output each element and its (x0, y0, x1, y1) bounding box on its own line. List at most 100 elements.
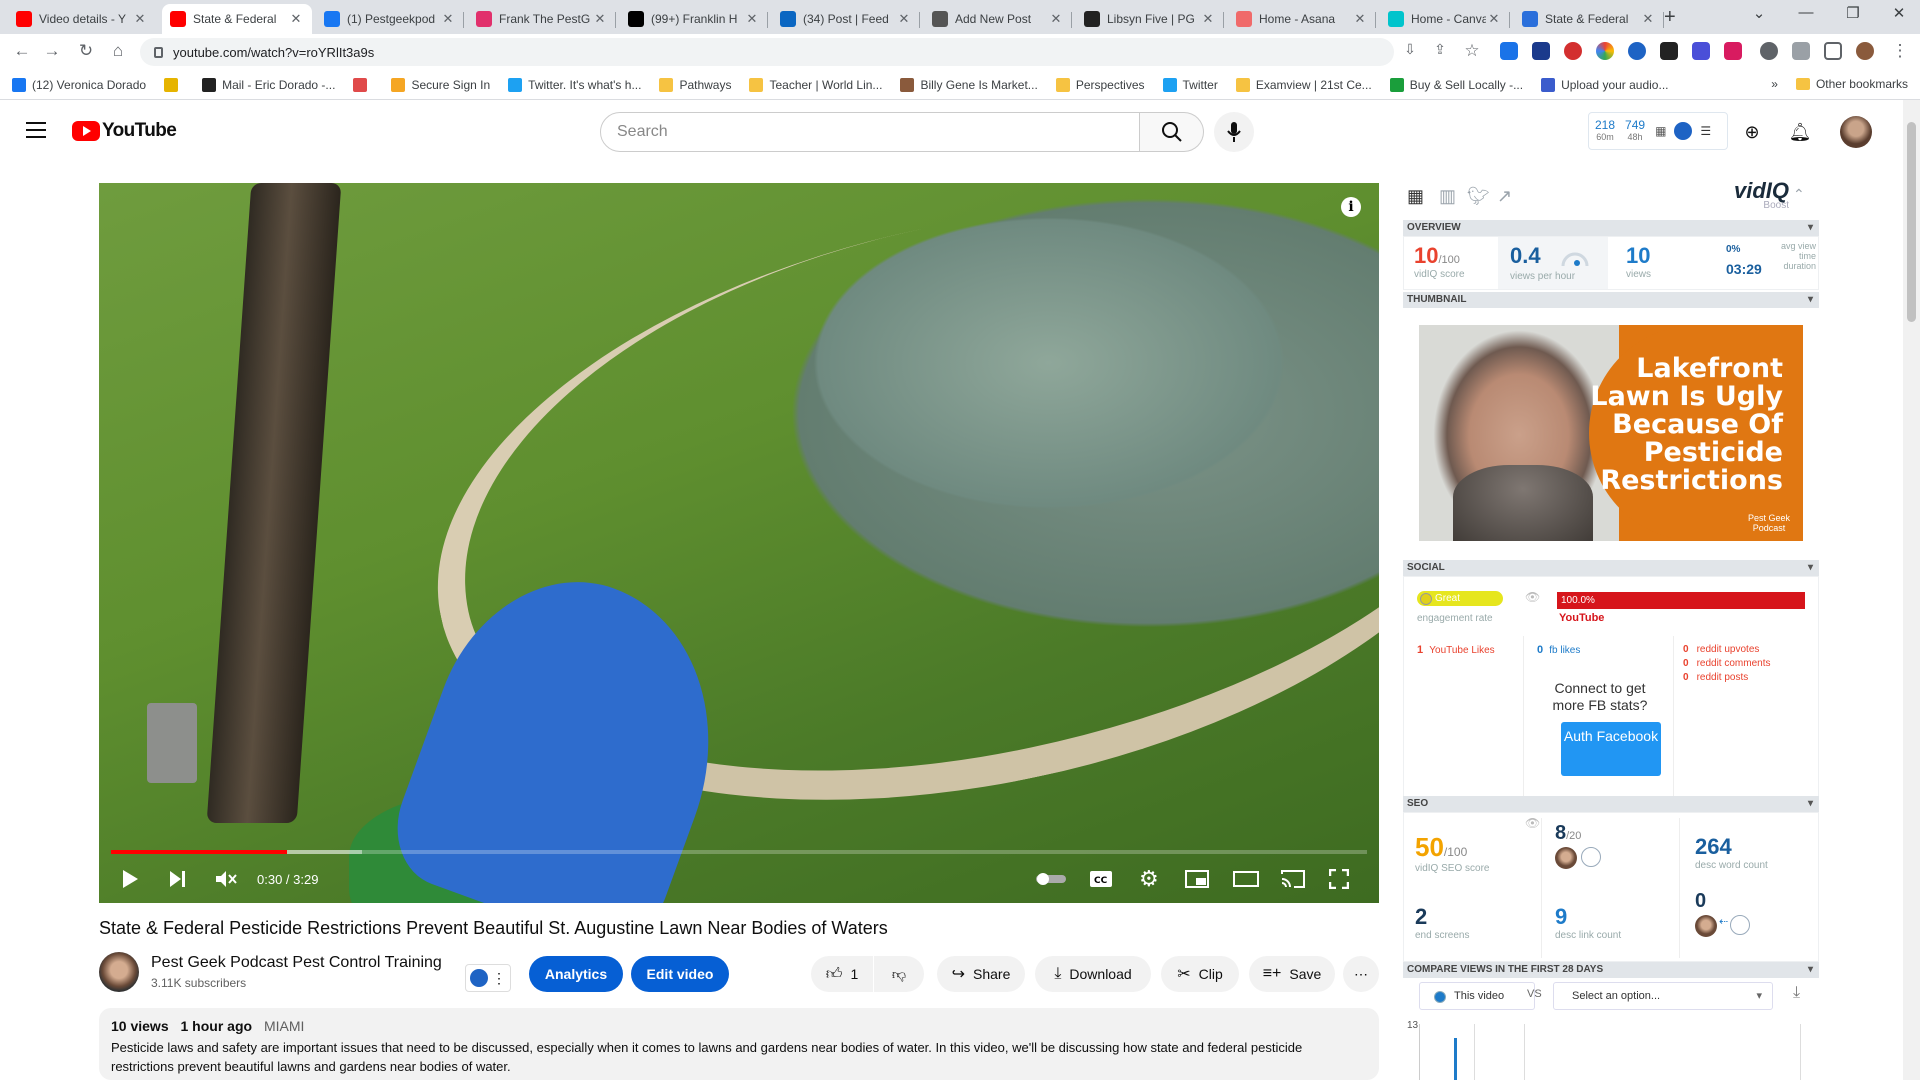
extension-icon[interactable] (1532, 42, 1550, 60)
bookmark-item[interactable]: Secure Sign In (391, 77, 490, 92)
minimize-button[interactable]: — (1791, 4, 1821, 21)
description-box[interactable]: 10 views 1 hour ago MIAMI Pesticide laws… (99, 1008, 1379, 1080)
tab-search-icon[interactable]: ⌄ (1744, 4, 1774, 22)
this-video-toggle[interactable]: This video (1419, 982, 1535, 1010)
forward-button[interactable]: → (40, 41, 64, 61)
address-bar[interactable]: youtube.com/watch?v=roYRlIt3a9s (140, 38, 1394, 66)
autoplay-toggle[interactable] (1035, 867, 1067, 891)
channel-avatar[interactable] (99, 952, 139, 992)
tab-close-icon[interactable]: ✕ (1486, 11, 1502, 27)
like-button[interactable]: 👍︎ 1 (811, 956, 873, 992)
seo-header[interactable]: SEO (1403, 796, 1819, 812)
location-link[interactable]: MIAMI (264, 1018, 304, 1034)
tab-close-icon[interactable]: ✕ (132, 11, 148, 27)
edit-video-button[interactable]: Edit video (631, 956, 729, 992)
collapse-icon[interactable]: ⌃ (1793, 186, 1815, 206)
tab-close-icon[interactable]: ✕ (440, 11, 456, 27)
bookmark-item[interactable]: (12) Veronica Dorado (12, 77, 146, 92)
profile-avatar[interactable] (1856, 42, 1874, 60)
side-panel-icon[interactable] (1824, 42, 1842, 60)
compare-header[interactable]: COMPARE VIEWS IN THE FIRST 28 DAYS (1403, 962, 1819, 978)
share-icon[interactable]: ⇪ (1428, 41, 1452, 58)
close-window-button[interactable]: ✕ (1884, 4, 1914, 22)
overview-header[interactable]: OVERVIEW (1403, 220, 1819, 236)
clip-button[interactable]: ✂ Clip (1161, 956, 1239, 992)
maximize-button[interactable]: ❐ (1838, 4, 1868, 22)
channel-name[interactable]: Pest Geek Podcast Pest Control Training (151, 954, 442, 972)
browser-tab[interactable]: Libsyn Five | PG ✕ (1076, 4, 1224, 34)
tab-close-icon[interactable]: ✕ (896, 11, 912, 27)
play-button[interactable] (121, 867, 139, 891)
bookmark-item[interactable]: Twitter. It's what's h... (508, 77, 641, 92)
bookmark-item[interactable]: Twitter (1162, 77, 1218, 92)
bookmark-item[interactable]: Pathways (659, 77, 731, 92)
notifications-bell-icon[interactable]: 🔔︎ (1788, 120, 1812, 144)
tab-close-icon[interactable]: ✕ (1048, 11, 1064, 27)
bookmark-item[interactable] (164, 77, 184, 92)
share-button[interactable]: ↪ Share (937, 956, 1025, 992)
extension-icon[interactable] (1724, 42, 1742, 60)
miniplayer-button[interactable] (1185, 867, 1209, 891)
search-input[interactable]: Search (600, 112, 1140, 152)
browser-tab[interactable]: Home - Canva ✕ (1380, 4, 1510, 34)
vidiq-extension-icon[interactable] (1628, 42, 1646, 60)
analytics-button[interactable]: Analytics (529, 956, 623, 992)
social-header[interactable]: SOCIAL (1403, 560, 1819, 576)
trend-icon[interactable]: ↗ (1497, 186, 1519, 206)
create-video-icon[interactable]: ⊕ (1740, 120, 1764, 144)
thumbnail-header[interactable]: THUMBNAIL (1403, 292, 1819, 308)
extensions-puzzle-icon[interactable] (1760, 42, 1778, 60)
next-button[interactable] (169, 867, 187, 891)
bookmark-item[interactable]: Teacher | World Lin... (749, 77, 882, 92)
new-tab-button[interactable]: + (1664, 6, 1676, 29)
extension-icon[interactable] (1660, 42, 1678, 60)
browser-tab[interactable]: State & Federal ✕ (1514, 4, 1664, 34)
bookmark-item[interactable]: Perspectives (1055, 77, 1145, 92)
reload-button[interactable]: ↻ (74, 41, 98, 61)
eye-icon[interactable]: 👁︎ (1525, 590, 1540, 604)
fullscreen-button[interactable] (1329, 867, 1349, 891)
bookmark-item[interactable]: Upload your audio... (1541, 77, 1668, 92)
settings-button[interactable]: ⚙ (1139, 866, 1159, 891)
theater-mode-button[interactable] (1233, 867, 1259, 891)
more-actions-button[interactable]: ⋯ (1343, 956, 1379, 992)
more-bookmarks-button[interactable]: » (1771, 77, 1778, 91)
bookmark-star-icon[interactable]: ☆ (1460, 41, 1484, 61)
eye-icon[interactable]: 👁︎ (1525, 816, 1540, 830)
video-player[interactable]: i 0:30 / 3:29 CC ⚙ (99, 183, 1379, 903)
voice-search-button[interactable] (1214, 112, 1254, 152)
browser-tab[interactable]: (99+) Franklin H ✕ (620, 4, 768, 34)
download-icon[interactable]: ⤓ (1793, 984, 1800, 1002)
browser-menu-icon[interactable]: ⋮ (1888, 41, 1912, 61)
account-avatar[interactable] (1840, 116, 1872, 148)
scrollbar-thumb[interactable] (1907, 122, 1916, 322)
browser-tab[interactable]: Frank The PestG ✕ (468, 4, 616, 34)
progress-bar[interactable] (111, 850, 1367, 854)
grid-icon[interactable]: ▦ (1407, 186, 1429, 206)
bookmark-item[interactable]: Buy & Sell Locally -... (1389, 77, 1523, 92)
mute-button[interactable] (215, 867, 237, 891)
tab-close-icon[interactable]: ✕ (1640, 11, 1656, 27)
tab-close-icon[interactable]: ✕ (1352, 11, 1368, 27)
captions-button[interactable]: CC (1089, 867, 1113, 891)
extension-icon[interactable] (1500, 42, 1518, 60)
tab-close-icon[interactable]: ✕ (592, 11, 608, 27)
chrome-extension-icon[interactable] (1596, 42, 1614, 60)
menu-icon[interactable] (26, 122, 46, 143)
bookmark-item[interactable]: Billy Gene Is Market... (900, 77, 1038, 92)
bookmark-item[interactable]: Examview | 21st Ce... (1235, 77, 1372, 92)
save-button[interactable]: ≡+ Save (1249, 956, 1335, 992)
vidiq-channel-button[interactable]: ⋮ (465, 964, 511, 992)
other-bookmarks[interactable]: Other bookmarks (1816, 77, 1908, 91)
vidiq-realtime-widget[interactable]: 218 60m 749 48h ▦ ☰ (1588, 112, 1728, 150)
tab-close-icon[interactable]: ✕ (1200, 11, 1216, 27)
search-button[interactable] (1140, 112, 1204, 152)
extension-icon[interactable] (1692, 42, 1710, 60)
auth-facebook-button[interactable]: Auth Facebook (1561, 722, 1661, 776)
back-button[interactable]: ← (10, 41, 34, 61)
browser-tab[interactable]: Add New Post ✕ (924, 4, 1072, 34)
bookmark-item[interactable]: Mail - Eric Dorado -... (202, 77, 335, 92)
tab-close-icon[interactable]: ✕ (744, 11, 760, 27)
dislike-button[interactable]: 👎︎ (874, 956, 924, 992)
stats-icon[interactable]: ▥ (1439, 186, 1461, 206)
